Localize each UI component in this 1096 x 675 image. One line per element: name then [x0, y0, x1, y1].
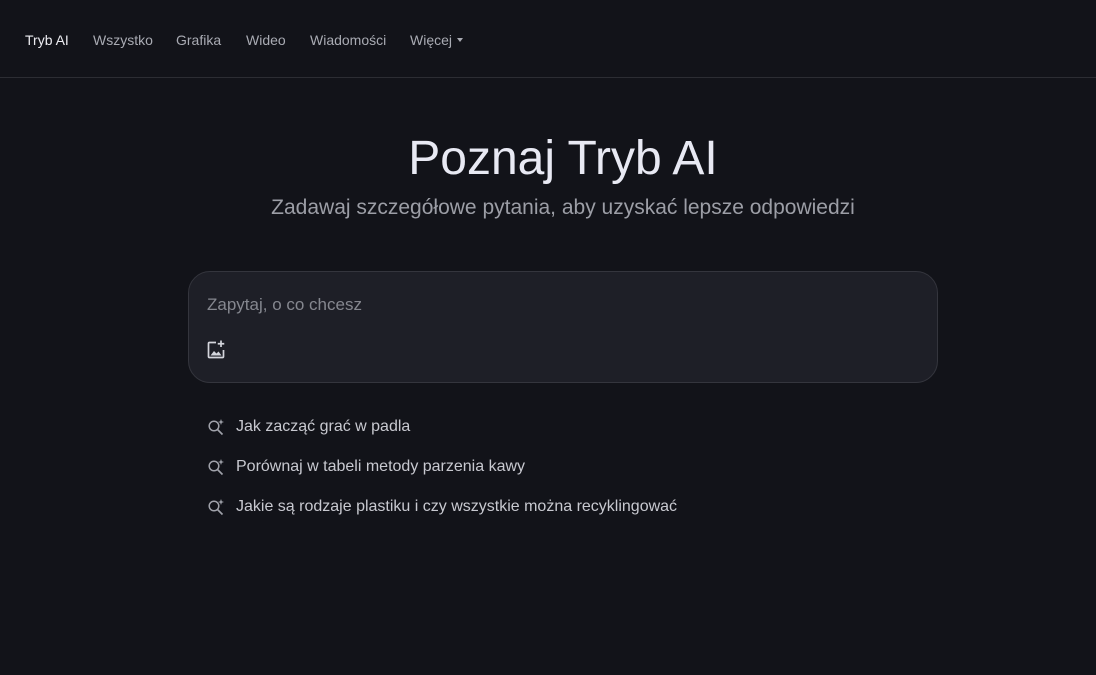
top-navigation: Tryb AI Wszystko Grafika Wideo Wiadomośc…	[0, 0, 1096, 78]
nav-tab-all[interactable]: Wszystko	[93, 32, 153, 48]
sparkle-search-icon	[208, 419, 224, 436]
search-box	[188, 271, 938, 383]
sparkle-search-icon	[208, 499, 224, 516]
nav-tab-news[interactable]: Wiadomości	[310, 32, 386, 48]
nav-tab-videos[interactable]: Wideo	[246, 32, 286, 48]
add-image-button[interactable]	[205, 339, 227, 361]
sparkle-search-icon	[208, 459, 224, 476]
suggestion-text: Porównaj w tabeli metody parzenia kawy	[236, 458, 526, 475]
page-subtitle: Zadawaj szczegółowe pytania, aby uzyskać…	[271, 196, 855, 219]
nav-more-dropdown[interactable]: Więcej	[410, 32, 464, 48]
suggestion-item[interactable]: Jak zacząć grać w padla	[207, 416, 410, 438]
nav-tab-ai-mode[interactable]: Tryb AI	[25, 32, 69, 48]
suggestion-item[interactable]: Jakie są rodzaje plastiku i czy wszystki…	[207, 496, 677, 518]
suggestion-text: Jak zacząć grać w padla	[236, 418, 411, 435]
nav-more-label: Więcej	[410, 32, 453, 48]
suggestion-text: Jakie są rodzaje plastiku i czy wszystki…	[236, 498, 678, 515]
caret-down-icon	[457, 38, 464, 43]
search-input[interactable]	[207, 292, 907, 318]
page-title: Poznaj Tryb AI	[408, 132, 718, 185]
add-image-icon	[207, 340, 225, 359]
suggestion-item[interactable]: Porównaj w tabeli metody parzenia kawy	[207, 456, 525, 478]
nav-tab-images[interactable]: Grafika	[176, 32, 221, 48]
